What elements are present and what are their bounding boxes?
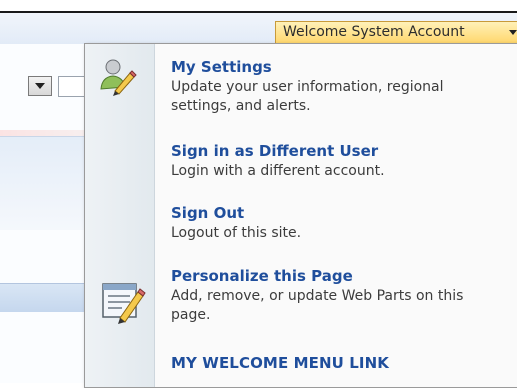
menu-item-description: Add, remove, or update Web Parts on this… (171, 288, 464, 323)
background-strip (0, 283, 85, 312)
person-pencil-icon (100, 59, 137, 96)
menu-item-title: My Settings (171, 58, 272, 76)
menu-item-my-settings[interactable]: My Settings Update your user information… (155, 55, 517, 125)
edit-page-icon (102, 283, 146, 324)
menu-item-personalize-page[interactable]: Personalize this Page Add, remove, or up… (155, 266, 517, 338)
menu-item-description: Logout of this site. (171, 225, 302, 241)
menu-item-title: Personalize this Page (171, 267, 353, 285)
background-panel (0, 136, 85, 230)
menu-item-description: Login with a different account. (171, 163, 385, 179)
welcome-label: Welcome System Account (283, 24, 465, 40)
welcome-dropdown-menu: My Settings Update your user information… (84, 43, 517, 388)
menu-item-sign-out[interactable]: Sign Out Logout of this site. (155, 202, 517, 246)
welcome-menu-button[interactable]: Welcome System Account (275, 21, 517, 44)
chevron-down-icon[interactable] (509, 30, 517, 35)
menu-item-my-welcome-menu-link[interactable]: MY WELCOME MENU LINK (155, 351, 517, 381)
menu-item-description: Update your user information, regional s… (171, 79, 444, 114)
top-rule (0, 0, 517, 13)
dropdown-button[interactable] (28, 76, 52, 96)
menu-item-title: Sign in as Different User (171, 142, 379, 160)
menu-item-sign-in-different-user[interactable]: Sign in as Different User Login with a d… (155, 138, 517, 182)
menu-item-title: Sign Out (171, 204, 245, 222)
menu-item-title: MY WELCOME MENU LINK (171, 354, 389, 372)
